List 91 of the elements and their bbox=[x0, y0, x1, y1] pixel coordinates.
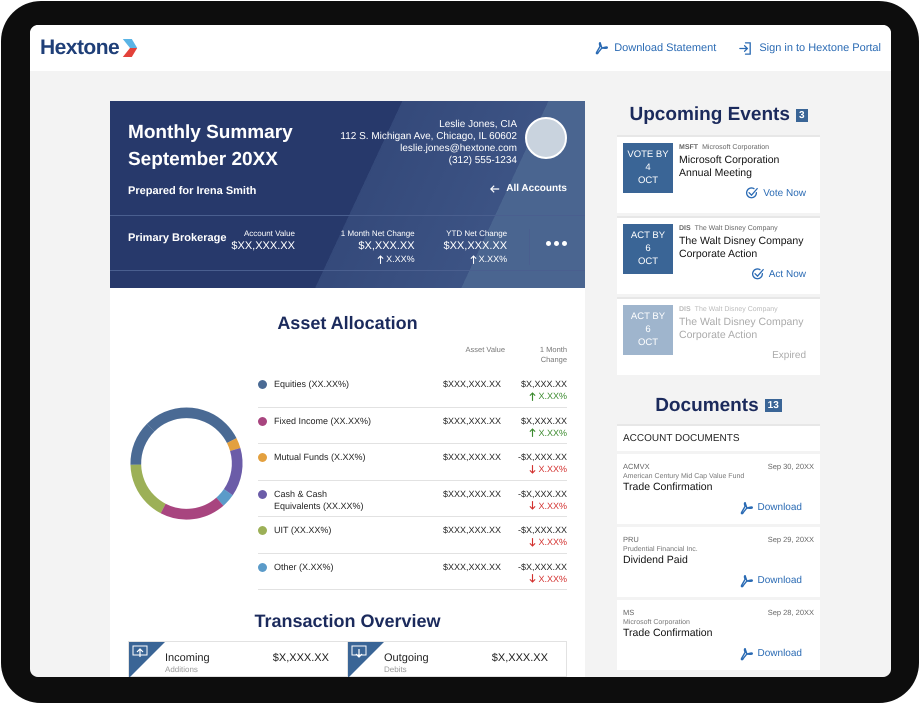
advisor-detail: 112 S. Michigan Ave, Chicago, IL 60602 bbox=[340, 131, 517, 143]
metric-value: $XX,XXX.XX bbox=[231, 239, 295, 253]
section-title: Transaction Overview bbox=[253, 610, 442, 633]
asset-value: $XXX,XXX.XX bbox=[442, 488, 501, 500]
date-badge: ACT BY 6 OCT bbox=[623, 224, 673, 274]
logo-icon bbox=[121, 38, 140, 58]
transaction-sublabel: Debits bbox=[384, 665, 408, 675]
legend-label: Fixed Income (XX.XX%) bbox=[274, 414, 372, 426]
header-link[interactable]: Download Statement bbox=[594, 40, 716, 56]
event-title: The Walt Disney Company Corporate Action bbox=[679, 316, 804, 342]
check-circle-icon bbox=[745, 186, 758, 200]
asset-value: $XXX,XXX.XX bbox=[442, 451, 501, 463]
change-percent: X.XX% bbox=[529, 572, 567, 584]
change-value: -$X,XXX.XX bbox=[518, 451, 567, 463]
document-title: Trade Confirmation bbox=[623, 481, 714, 494]
down-arrow-icon bbox=[529, 538, 536, 546]
transaction-label: Outgoing bbox=[384, 652, 430, 665]
legend-label: Equities (XX.XX%) bbox=[274, 378, 350, 390]
metric-label: Account Value bbox=[244, 229, 295, 239]
asset-value: $XXX,XXX.XX bbox=[442, 560, 501, 572]
pdf-icon bbox=[594, 41, 608, 55]
event-action-link[interactable]: Act Now bbox=[750, 266, 806, 282]
summary-title: September 20XX bbox=[128, 148, 279, 172]
download-link[interactable]: Download bbox=[738, 500, 802, 515]
change-percent: X.XX% bbox=[529, 463, 567, 475]
sign-in-icon bbox=[738, 40, 754, 56]
pdf-icon bbox=[738, 500, 753, 514]
metric-change: X.XX% bbox=[377, 253, 415, 266]
section-title: Upcoming Events bbox=[629, 103, 790, 127]
asset-value: $XXX,XXX.XX bbox=[442, 378, 501, 390]
down-arrow-icon bbox=[529, 574, 536, 583]
down-arrow-icon bbox=[529, 501, 536, 510]
down-arrow-icon bbox=[529, 464, 536, 474]
count-badge: 13 bbox=[764, 399, 782, 412]
event-title: Microsoft Corporation Annual Meeting bbox=[679, 154, 780, 180]
advisor-detail: (312) 555-1234 bbox=[448, 155, 517, 167]
download-link[interactable]: Download bbox=[738, 573, 802, 588]
asset-value: $XXX,XXX.XX bbox=[442, 414, 501, 426]
event-action-link[interactable]: Vote Now bbox=[745, 186, 806, 200]
summary-title: Monthly Summary bbox=[128, 121, 293, 145]
change-percent: X.XX% bbox=[529, 426, 567, 438]
legend-label: Other (X.XX%) bbox=[274, 560, 335, 572]
event-title: The Walt Disney Company Corporate Action bbox=[679, 234, 804, 260]
metric-change: X.XX% bbox=[470, 253, 508, 266]
logo-text: Hextone bbox=[40, 35, 120, 62]
avatar-placeholder bbox=[525, 117, 567, 159]
metric-value: $X,XXX.XX bbox=[358, 239, 415, 253]
metric-label: 1 Month Net Change bbox=[340, 229, 415, 239]
asset-value: $XXX,XXX.XX bbox=[442, 524, 501, 536]
up-arrow-icon bbox=[470, 255, 477, 264]
pdf-icon bbox=[738, 646, 753, 660]
change-value: -$X,XXX.XX bbox=[518, 560, 567, 572]
account-name: Primary Brokerage bbox=[128, 231, 228, 246]
change-percent: X.XX% bbox=[529, 390, 567, 402]
date-badge: ACT BY 6 OCT bbox=[623, 304, 673, 354]
metric-value: $XX,XXX.XX bbox=[444, 239, 508, 253]
transaction-amount: $X,XXX.XX bbox=[492, 652, 548, 665]
metric-label: YTD Net Change bbox=[446, 229, 508, 239]
change-percent: X.XX% bbox=[529, 536, 567, 548]
check-circle-icon bbox=[750, 268, 764, 280]
change-percent: X.XX% bbox=[529, 500, 567, 512]
up-arrow-icon bbox=[529, 392, 536, 400]
advisor-detail: leslie.jones@hextone.com bbox=[400, 143, 517, 155]
more-options-icon[interactable] bbox=[546, 241, 567, 246]
change-value: $X,XXX.XX bbox=[520, 378, 567, 390]
up-arrow-icon bbox=[377, 255, 384, 264]
date-badge: VOTE BY 4 OCT bbox=[623, 142, 673, 192]
transaction-amount: $X,XXX.XX bbox=[272, 652, 329, 665]
legend-label: Cash & Cash Equivalents (XX.XX%) bbox=[274, 488, 365, 512]
count-badge: 3 bbox=[796, 108, 808, 122]
change-value: $X,XXX.XX bbox=[520, 414, 567, 426]
back-arrow-icon bbox=[490, 184, 500, 194]
change-value: -$X,XXX.XX bbox=[518, 488, 567, 500]
expired-label: Expired bbox=[772, 348, 806, 362]
section-header: ACCOUNT DOCUMENTS bbox=[617, 424, 820, 451]
legend-label: UIT (XX.XX%) bbox=[274, 524, 332, 536]
up-arrow-icon bbox=[529, 428, 536, 437]
document-title: Dividend Paid bbox=[623, 554, 689, 567]
section-title: Documents bbox=[655, 394, 759, 418]
all-accounts-link[interactable]: All Accounts bbox=[490, 181, 567, 196]
document-title: Trade Confirmation bbox=[623, 627, 714, 640]
transaction-label: Incoming bbox=[165, 652, 211, 665]
change-value: -$X,XXX.XX bbox=[518, 524, 567, 536]
header-link[interactable]: Sign in to Hextone Portal bbox=[738, 40, 881, 56]
download-link[interactable]: Download bbox=[738, 646, 802, 661]
prepared-for-text: Prepared for Irena Smith bbox=[128, 184, 258, 199]
legend-label: Mutual Funds (X.XX%) bbox=[274, 451, 367, 463]
advisor-detail: Leslie Jones, CIA bbox=[439, 119, 517, 131]
pdf-icon bbox=[738, 574, 753, 588]
transaction-sublabel: Additions bbox=[165, 665, 199, 675]
section-title: Asset Allocation bbox=[276, 312, 419, 335]
